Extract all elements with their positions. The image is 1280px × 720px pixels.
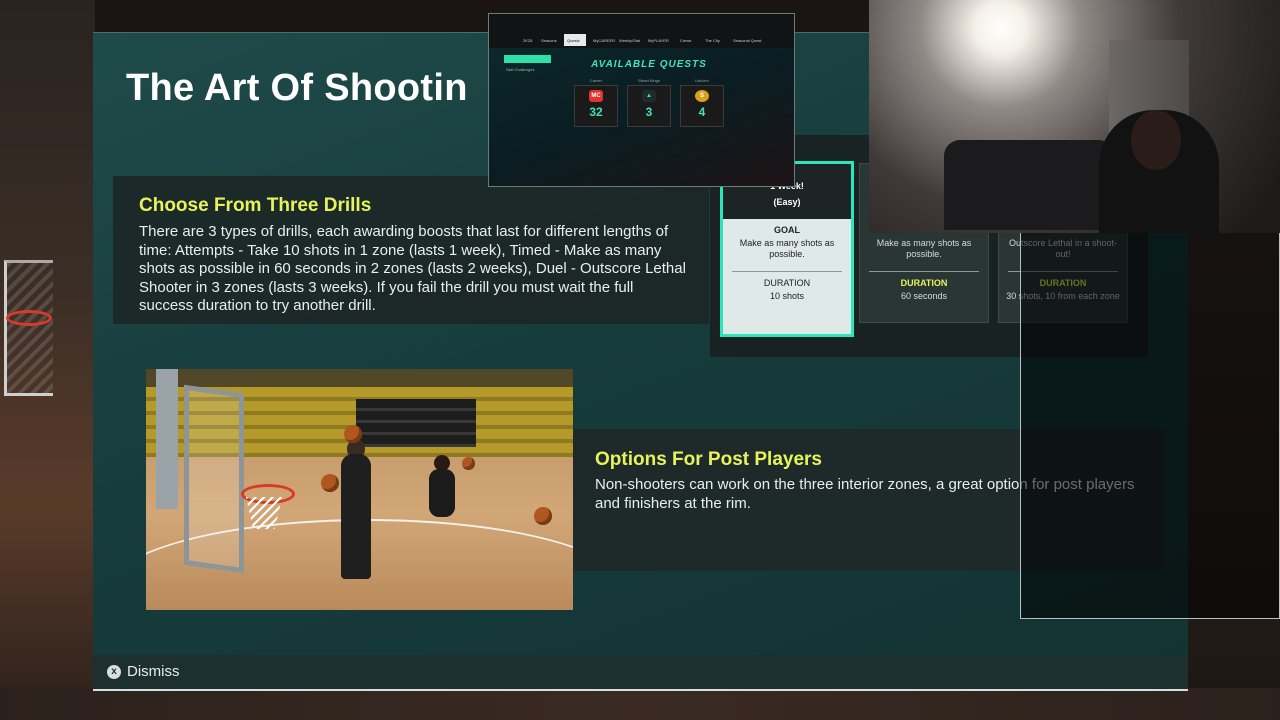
quest-tile-count: 4 (698, 105, 706, 119)
quest-nav-item[interactable]: Seasonal Quest (733, 38, 761, 43)
stream-frame-outline (1020, 233, 1280, 619)
quest-overlay: 2K25 Seasons Quests MyCAREER Weekly/Stat… (488, 13, 795, 187)
quest-title: AVAILABLE QUESTS (591, 59, 707, 70)
modal-footer: x Dismiss (93, 655, 1188, 691)
gym-hoop-net (4, 260, 53, 396)
goal-text: Make as many shots as possible. (739, 238, 835, 259)
goal-label: GOAL (774, 225, 800, 235)
quest-nav-item[interactable]: Weekly/Stat (619, 38, 640, 43)
drill-card-difficulty: (Easy) (773, 197, 801, 207)
basketball (534, 507, 552, 525)
quest-nav-item[interactable]: 2K25 (523, 38, 532, 43)
gym-background-left (0, 0, 95, 720)
goal-text: Make as many shots as possible. (876, 238, 972, 259)
quest-tile-label: Career (589, 78, 603, 83)
quest-nav-item[interactable]: Quests (567, 38, 580, 43)
webcam-couch (944, 140, 1114, 230)
quest-nav-bar: 2K25 Seasons Quests MyCAREER Weekly/Stat… (489, 14, 794, 48)
modal-title: The Art Of Shootin (126, 67, 468, 109)
duration-label: DURATION (763, 278, 811, 288)
drills-info-panel: Choose From Three Drills There are 3 typ… (113, 176, 709, 324)
webcam-person-head (1131, 110, 1181, 170)
quest-tile-unicorn[interactable]: Unicorn S 4 (680, 78, 724, 127)
drill-card-attempts[interactable]: 1 Week! (Easy) GOAL Make as many shots a… (720, 161, 854, 337)
gym-rim (6, 310, 52, 326)
shooting-drill-image (146, 369, 573, 610)
quest-nav-item[interactable]: Crews (680, 38, 691, 43)
quest-nav-item[interactable]: MyPLAYER (648, 38, 669, 43)
quest-nav-item[interactable]: MyCAREER (593, 38, 615, 43)
quest-tile-count: 3 (645, 105, 653, 119)
duration-value: 10 shots (769, 291, 805, 301)
drills-description: There are 3 types of drills, each awardi… (139, 223, 686, 314)
post-players-heading: Options For Post Players (595, 449, 822, 470)
close-icon: x (107, 664, 121, 679)
mountain-icon: ▲ (642, 90, 656, 102)
card-divider (732, 271, 842, 272)
basketball (344, 425, 362, 443)
quest-tile-street-kings[interactable]: Street Kings ▲ 3 (627, 78, 671, 127)
duration-label: DURATION (900, 278, 948, 288)
quest-tile-label: Unicorn (695, 78, 709, 83)
quest-tile-career[interactable]: Career MC 32 (574, 78, 618, 127)
shooter-player (341, 454, 371, 579)
gym-background-bottom (0, 688, 1280, 720)
bleacher-stairs (356, 399, 476, 447)
quest-nav-item[interactable]: The City (705, 38, 720, 43)
quest-tile-count: 32 (589, 105, 603, 119)
card-divider (869, 271, 979, 272)
dribbler-player (429, 469, 455, 517)
drills-heading: Choose From Three Drills (139, 195, 372, 216)
webcam-feed (869, 0, 1280, 233)
basketball (321, 474, 339, 492)
dismiss-button[interactable]: x Dismiss (107, 663, 180, 680)
quest-nav-item[interactable]: Seasons (541, 38, 557, 43)
dismiss-label: Dismiss (127, 663, 180, 680)
backboard (184, 384, 244, 574)
hoop-pole (156, 369, 178, 509)
mc-logo-icon: MC (589, 90, 603, 102)
duration-value: 60 seconds (900, 291, 948, 301)
s-badge-icon: S (695, 90, 709, 102)
quest-tile-label: Street Kings (638, 78, 660, 83)
basketball (462, 457, 475, 470)
